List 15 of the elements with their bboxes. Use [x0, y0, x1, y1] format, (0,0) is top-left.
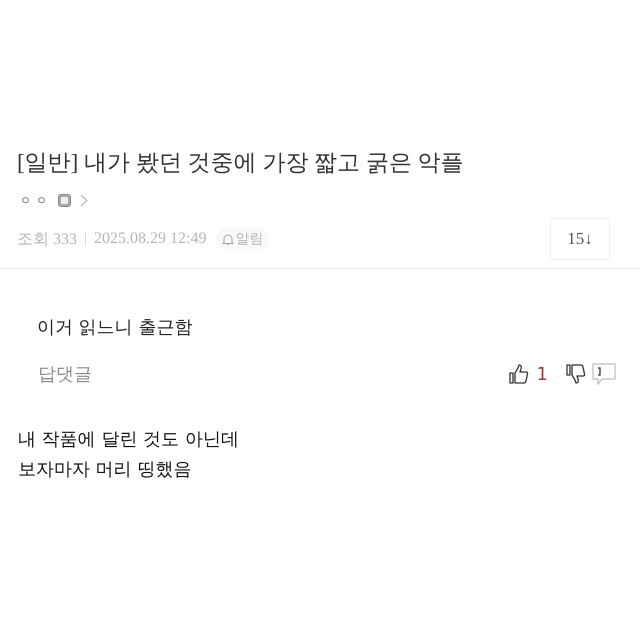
- thumbs-up-icon[interactable]: [508, 364, 529, 384]
- thumbs-down-icon[interactable]: [566, 364, 586, 384]
- author-name[interactable]: ㅇㅇ: [20, 192, 52, 208]
- reply-link[interactable]: 답댓글: [38, 362, 92, 386]
- body-text-line: 내 작품에 달린 것도 아닌데: [18, 428, 239, 452]
- rounded-square-icon: [58, 194, 71, 206]
- speech-bubble-icon[interactable]: [592, 363, 616, 385]
- post-title: [일반] 내가 봤던 것중에 가장 짧고 굵은 악플: [17, 149, 464, 177]
- body-text-line: 보자마자 머리 띵했음: [18, 458, 192, 482]
- comment-text: 이거 읽느니 출근함: [37, 316, 192, 340]
- like-count: 1: [536, 364, 548, 384]
- post-date: 2025.08.29 12:49: [94, 230, 206, 248]
- comment-count-button[interactable]: 15↓: [550, 218, 610, 260]
- view-count: 조회 333: [17, 230, 77, 250]
- bell-icon: [222, 232, 234, 246]
